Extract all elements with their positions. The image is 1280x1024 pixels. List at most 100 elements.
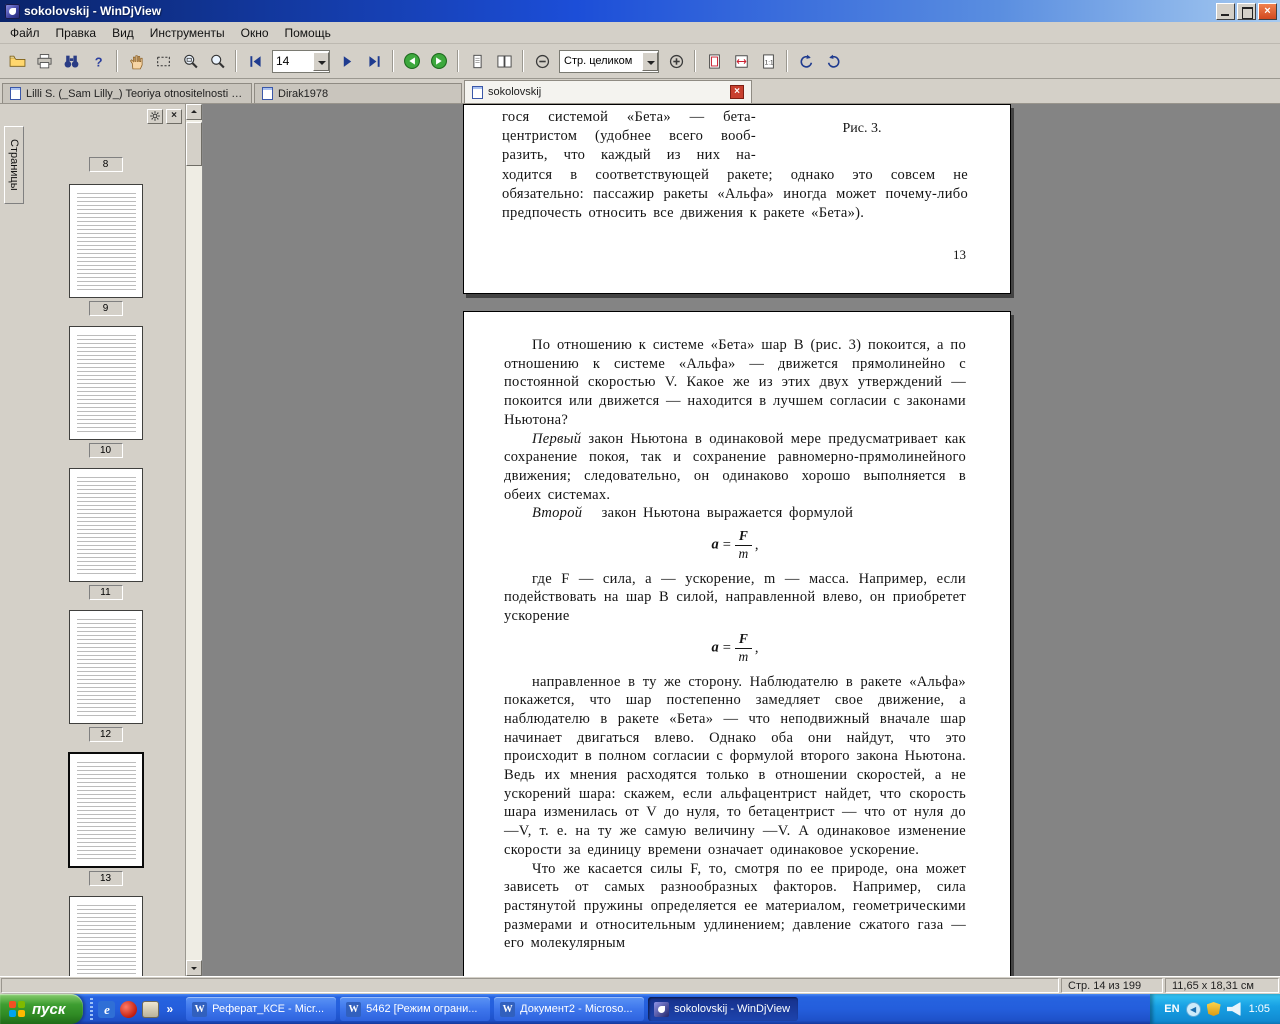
windjview-icon (654, 1001, 670, 1017)
close-icon: × (171, 110, 177, 121)
word-icon (192, 1001, 208, 1017)
maximize-button[interactable] (1237, 2, 1256, 20)
thumbnail-item[interactable]: 10 (26, 326, 185, 458)
page-number-dropdown-icon[interactable] (313, 51, 329, 71)
tab-lilli-teoriya[interactable]: Lilli S. (_Sam Lilly_) Teoriya otnositel… (2, 83, 252, 103)
quick-launch-more-chevron[interactable] (164, 1002, 175, 1016)
close-button[interactable] (1258, 2, 1277, 20)
thumbnail-image[interactable] (67, 752, 144, 868)
menu-view[interactable]: Вид (104, 24, 142, 42)
single-page-layout-icon (472, 54, 482, 68)
tab-close-button[interactable] (730, 85, 744, 99)
zoom-out-button[interactable] (529, 48, 555, 74)
actual-size-button[interactable]: 1:1 (755, 48, 781, 74)
facing-pages-layout-icon (496, 54, 512, 68)
thumbnail-scrollbar[interactable] (185, 104, 202, 976)
thumbnail-image[interactable] (68, 896, 143, 976)
zoom-value[interactable]: Стр. целиком (560, 55, 642, 67)
menu-help[interactable]: Помощь (277, 24, 339, 42)
last-page-icon (368, 55, 380, 67)
thumbnail-item[interactable]: 8 (26, 154, 185, 172)
panel-header: × (26, 104, 185, 126)
last-page-button[interactable] (361, 48, 387, 74)
fit-page-button[interactable] (701, 48, 727, 74)
open-button[interactable] (4, 48, 30, 74)
thumbnail-image[interactable] (68, 184, 143, 298)
thumbnail-image[interactable] (68, 468, 143, 582)
taskbar-task-5462[interactable]: 5462 [Режим ограни... (340, 997, 491, 1021)
scrollbar-thumb[interactable] (186, 122, 202, 166)
taskbar-clock[interactable]: 1:05 (1247, 1003, 1270, 1015)
thumbnail-item[interactable]: 11 (26, 468, 185, 600)
language-indicator[interactable]: EN (1164, 1003, 1179, 1015)
hide-icons-chevron[interactable] (1185, 1001, 1201, 1017)
thumbnail-image[interactable] (68, 610, 143, 724)
minimize-button[interactable] (1216, 2, 1235, 20)
menu-tools[interactable]: Инструменты (142, 24, 233, 42)
menu-window[interactable]: Окно (233, 24, 277, 42)
tab-sokolovskij[interactable]: sokolovskij (464, 80, 752, 103)
quick-launch-handle[interactable] (90, 998, 94, 1020)
internet-explorer-icon[interactable] (98, 1000, 116, 1018)
scrollbar-track[interactable] (186, 120, 202, 960)
thumbnail-item[interactable]: 12 (26, 610, 185, 742)
layout-facing-button[interactable] (491, 48, 517, 74)
zoom-dropdown-icon[interactable] (642, 51, 658, 71)
layout-single-button[interactable] (464, 48, 490, 74)
figure-caption: Рис. 3. (842, 121, 882, 136)
scroll-down-button[interactable] (186, 960, 202, 976)
page-14: По отношению к системе «Бета» шар В (рис… (463, 311, 1011, 976)
help-icon: ? (94, 54, 102, 69)
find-button[interactable] (58, 48, 84, 74)
magnify-tool-button[interactable] (204, 48, 230, 74)
svg-text:?: ? (94, 54, 102, 69)
menu-file[interactable]: Файл (2, 24, 48, 42)
quick-launch-app-icon[interactable] (120, 1000, 138, 1018)
zoom-select-tool-button[interactable] (177, 48, 203, 74)
minimize-icon (1221, 13, 1229, 16)
start-button[interactable]: пуск (0, 994, 84, 1024)
thumbnail-image[interactable] (68, 326, 143, 440)
thumbnail-page-number[interactable]: 8 (88, 157, 123, 172)
volume-icon[interactable] (1226, 1002, 1241, 1016)
pan-tool-button[interactable] (123, 48, 149, 74)
tab-dirak1978[interactable]: Dirak1978 (254, 83, 462, 103)
taskbar-task-referat-kse[interactable]: Реферат_КСЕ - Micr... (186, 997, 337, 1021)
zoom-in-button[interactable] (663, 48, 689, 74)
thumbnail-item-selected[interactable]: 13 (26, 752, 185, 886)
zoom-combo: Стр. целиком (559, 49, 659, 73)
thumbnail-page-number[interactable]: 9 (88, 301, 123, 316)
print-button[interactable] (31, 48, 57, 74)
thumbnail-page-number[interactable]: 12 (88, 727, 123, 742)
thumbnail-item[interactable]: 9 (26, 184, 185, 316)
panel-close-button[interactable]: × (166, 108, 182, 124)
thumbnail-item[interactable]: 14 (26, 896, 185, 976)
page-13: гося системой «Бета» — бета- центристом … (463, 104, 1011, 294)
fit-width-button[interactable] (728, 48, 754, 74)
thumbnail-page-number[interactable]: 10 (88, 443, 123, 458)
binoculars-icon (64, 55, 78, 68)
sidebar-tab-pages[interactable]: Страницы (4, 126, 24, 204)
document-view[interactable]: гося системой «Бета» — бета- центристом … (203, 104, 1280, 976)
select-tool-button[interactable] (150, 48, 176, 74)
tray-security-icon[interactable] (1206, 1002, 1221, 1016)
maximize-icon (1242, 6, 1253, 19)
help-button[interactable]: ? (85, 48, 111, 74)
panel-options-button[interactable] (147, 108, 163, 124)
next-page-button[interactable] (334, 48, 360, 74)
history-forward-button[interactable] (426, 48, 452, 74)
page13-paragraph: ходится в соответствующей ракете; однако… (502, 167, 968, 221)
taskbar-task-dokument2[interactable]: Документ2 - Microso... (494, 997, 645, 1021)
page-number-input[interactable] (273, 52, 313, 70)
menu-edit[interactable]: Правка (48, 24, 105, 42)
scroll-up-button[interactable] (186, 104, 202, 120)
thumbnail-page-number[interactable]: 13 (88, 871, 123, 886)
show-desktop-icon[interactable] (142, 1000, 160, 1018)
first-page-button[interactable] (242, 48, 268, 74)
windjview-window: sokolovskij - WinDjView Файл Правка Вид … (0, 0, 1280, 1024)
rotate-right-button[interactable] (820, 48, 846, 74)
rotate-left-button[interactable] (793, 48, 819, 74)
taskbar-task-sokolovskij[interactable]: sokolovskij - WinDjView (648, 997, 799, 1021)
history-back-button[interactable] (399, 48, 425, 74)
thumbnail-page-number[interactable]: 11 (88, 585, 123, 600)
